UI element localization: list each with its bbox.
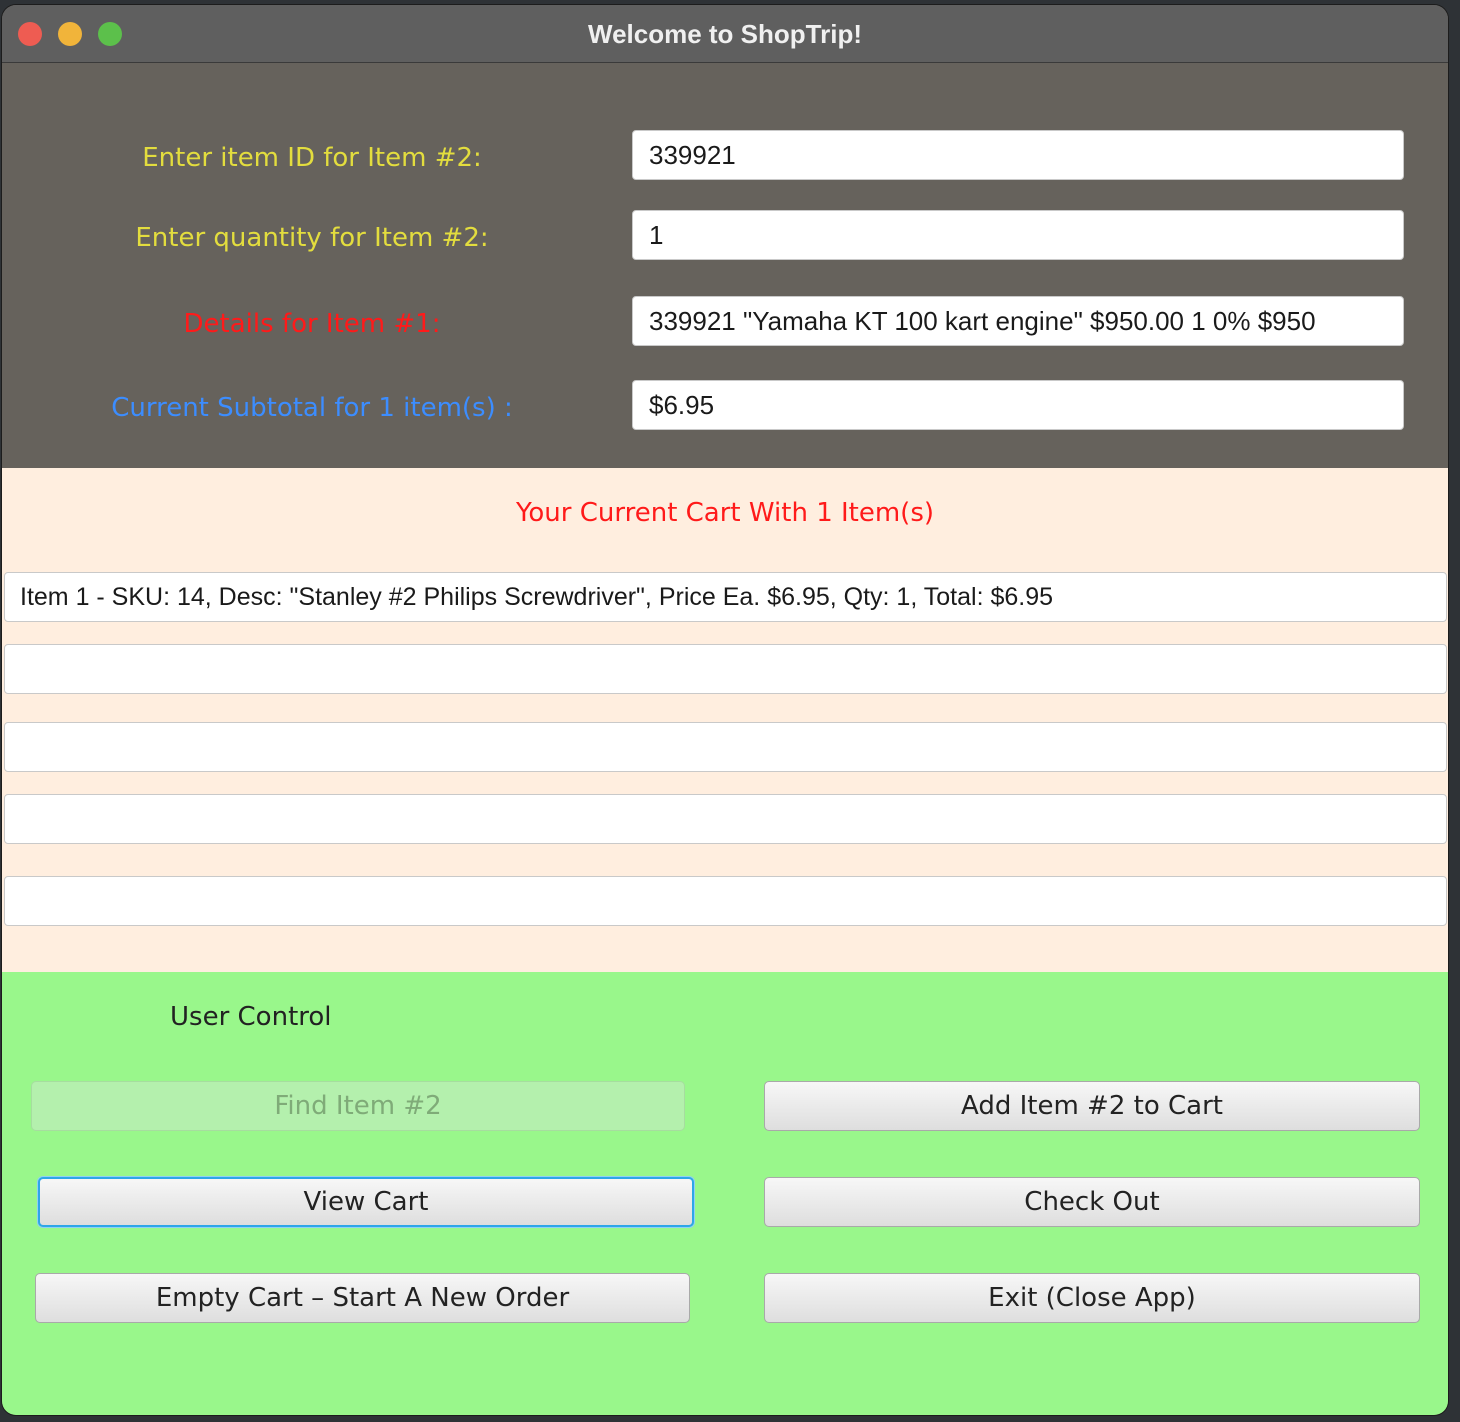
cart-heading: Your Current Cart With 1 Item(s) xyxy=(515,498,935,528)
view-cart-button[interactable]: View Cart xyxy=(38,1177,694,1227)
cart-line-2[interactable] xyxy=(4,644,1447,694)
quantity-field[interactable]: 1 xyxy=(632,210,1404,260)
empty-cart-button[interactable]: Empty Cart – Start A New Order xyxy=(35,1273,690,1323)
details-label: Details for Item #1: xyxy=(183,309,441,339)
subtotal-field[interactable]: $6.95 xyxy=(632,380,1404,430)
item-id-field[interactable]: 339921 xyxy=(632,130,1404,180)
user-control-panel: User Control Find Item #2 Add Item #2 to… xyxy=(2,972,1448,1415)
item-id-label: Enter item ID for Item #2: xyxy=(142,143,482,173)
check-out-button[interactable]: Check Out xyxy=(764,1177,1420,1227)
app-window: Welcome to ShopTrip! Enter item ID for I… xyxy=(2,5,1448,1415)
title-bar[interactable]: Welcome to ShopTrip! xyxy=(2,5,1448,63)
cart-line-1[interactable]: Item 1 - SKU: 14, Desc: "Stanley #2 Phil… xyxy=(4,572,1447,622)
window-title: Welcome to ShopTrip! xyxy=(588,19,862,49)
user-control-heading: User Control xyxy=(170,1002,332,1032)
details-field[interactable]: 339921 "Yamaha KT 100 kart engine" $950.… xyxy=(632,296,1404,346)
cart-panel: Your Current Cart With 1 Item(s) Item 1 … xyxy=(2,468,1448,972)
quantity-label: Enter quantity for Item #2: xyxy=(135,223,489,253)
add-item-to-cart-button[interactable]: Add Item #2 to Cart xyxy=(764,1081,1420,1131)
subtotal-label: Current Subtotal for 1 item(s) : xyxy=(111,393,513,423)
find-item-button[interactable]: Find Item #2 xyxy=(31,1081,685,1131)
cart-line-4[interactable] xyxy=(4,794,1447,844)
cart-line-3[interactable] xyxy=(4,722,1447,772)
cart-line-5[interactable] xyxy=(4,876,1447,926)
exit-button[interactable]: Exit (Close App) xyxy=(764,1273,1420,1323)
item-entry-panel: Enter item ID for Item #2: 339921 Enter … xyxy=(2,63,1448,468)
